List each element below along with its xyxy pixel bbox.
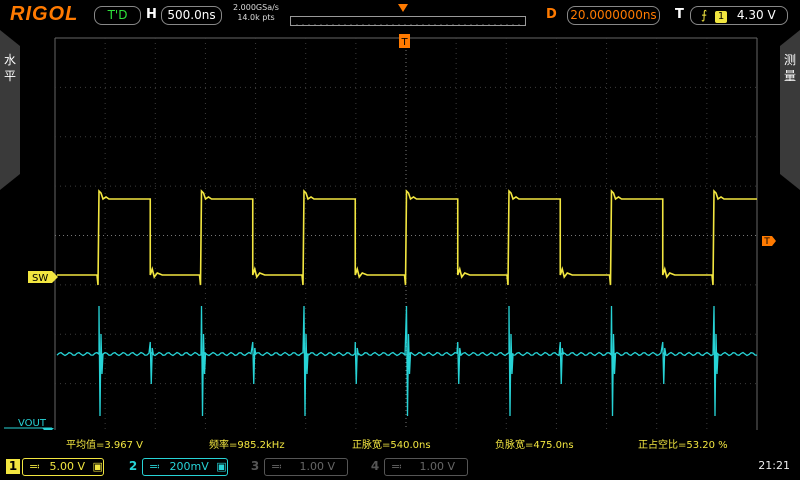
ch4-scale-box[interactable]: ≕ 1.00 V <box>384 458 468 476</box>
ch3-coupling-icon: ≕ <box>271 460 282 473</box>
ch2-badge[interactable]: 2 <box>126 459 140 474</box>
timebase-control[interactable]: 500.0ns <box>161 6 222 25</box>
trigger-position-marker-icon <box>398 4 408 12</box>
ch1-coupling-icon: ≕ <box>29 460 40 473</box>
trigger-source-badge: 1 <box>715 11 728 23</box>
ch3-badge[interactable]: 3 <box>248 459 262 474</box>
top-status-bar: RIGOL T'D H 500.0ns 2.000GSa/s 14.0k pts… <box>0 0 800 30</box>
sample-rate: 2.000GSa/s <box>233 3 279 12</box>
ch2-ground-marker[interactable]: VOUT <box>4 418 54 430</box>
trigger-level-marker-icon[interactable]: T <box>762 236 776 247</box>
ch1-ground-marker[interactable]: SW <box>28 271 58 284</box>
ch2-waveform <box>56 305 758 417</box>
ch2-label: VOUT <box>18 418 47 429</box>
ch1-bw-icon: ▣ <box>92 460 103 473</box>
ch1-label: SW <box>32 273 48 284</box>
system-clock: 21:21 <box>758 459 790 472</box>
brand-logo: RIGOL <box>10 3 79 25</box>
ch2-bw-icon: ▣ <box>216 460 227 473</box>
trigger-control[interactable]: ⨍ 1 4.30 V <box>690 6 788 25</box>
run-status-button[interactable]: T'D <box>94 6 141 25</box>
delay-control[interactable]: 20.0000000ns <box>567 6 660 25</box>
trigger-label: T <box>675 7 684 22</box>
memory-overview-bar[interactable] <box>290 16 526 26</box>
measure-average: 平均值=3.967 V <box>66 440 144 451</box>
measure-negative-width: 负脉宽=475.0ns <box>495 440 574 451</box>
ch2-coupling-icon: ≕ <box>149 460 160 473</box>
horizontal-label: H <box>146 7 157 22</box>
ch1-scale: 5.00 V <box>49 460 86 473</box>
measure-positive-duty: 正占空比=53.20 % <box>638 440 728 451</box>
sample-info: 2.000GSa/s 14.0k pts <box>229 3 283 23</box>
measure-positive-width: 正脉宽=540.0ns <box>352 440 431 451</box>
ch4-badge[interactable]: 4 <box>368 459 382 474</box>
ch2-scale: 200mV <box>169 460 209 473</box>
ch2-scale-box[interactable]: ≕ 200mV ▣ <box>142 458 228 476</box>
trigger-time-marker-icon[interactable]: T <box>399 34 410 48</box>
ch3-scale: 1.00 V <box>299 460 336 473</box>
memory-waveform-icon <box>291 23 525 25</box>
measure-frequency: 频率=985.2kHz <box>209 440 285 451</box>
rising-edge-icon: ⨍ <box>701 8 708 22</box>
ch4-scale: 1.00 V <box>419 460 456 473</box>
ch1-waveform <box>57 189 757 286</box>
trigger-marker-letter: T <box>400 37 408 48</box>
trigger-level: 4.30 V <box>736 8 776 22</box>
ch1-scale-box[interactable]: ≕ 5.00 V ▣ <box>22 458 104 476</box>
ch4-coupling-icon: ≕ <box>391 460 402 473</box>
ch3-scale-box[interactable]: ≕ 1.00 V <box>264 458 348 476</box>
waveform-display[interactable]: T T SW VOUT <box>0 30 800 430</box>
memory-depth: 14.0k pts <box>237 13 275 22</box>
delay-label: D <box>546 7 557 22</box>
channel-status-bar: 1 ≕ 5.00 V ▣ 2 ≕ 200mV ▣ 3 ≕ 1.00 V 4 ≕ … <box>0 454 800 480</box>
trigger-level-marker-letter: T <box>763 237 770 247</box>
ch1-badge[interactable]: 1 <box>6 459 20 474</box>
